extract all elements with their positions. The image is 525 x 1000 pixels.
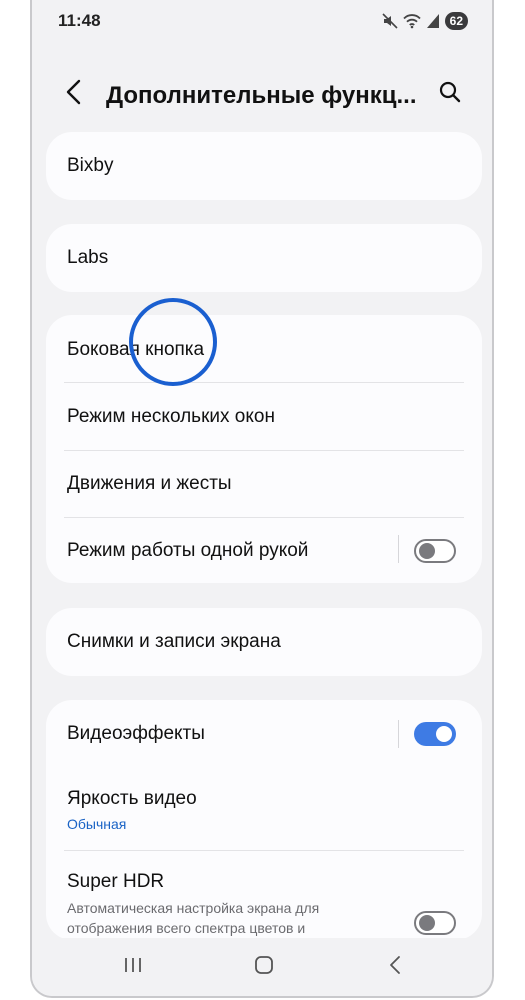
setting-multi-window[interactable]: Режим нескольких окон	[46, 383, 482, 450]
chevron-left-icon	[65, 79, 83, 110]
setting-bixby-label: Bixby	[67, 155, 114, 176]
nav-back-button[interactable]	[380, 952, 410, 982]
status-icons: 62	[382, 11, 468, 31]
setting-multi-window-label: Режим нескольких окон	[67, 406, 275, 427]
back-icon	[387, 954, 403, 981]
setting-labs-label: Labs	[67, 247, 109, 268]
battery-indicator: 62	[444, 12, 468, 30]
one-handed-mode-toggle[interactable]	[414, 539, 456, 563]
toggle-separator	[398, 535, 399, 563]
setting-side-button-label: Боковая кнопка	[67, 339, 205, 360]
super-hdr-toggle[interactable]	[414, 911, 456, 935]
labs-card: Labs	[46, 224, 482, 292]
phone-screen: 11:48 62 Дополнительные функц... Bixby L…	[30, 0, 494, 998]
setting-motions-gestures-label: Движения и жесты	[67, 473, 232, 494]
video-effects-toggle[interactable]	[414, 722, 456, 746]
toggle-knob	[419, 543, 435, 559]
status-bar: 11:48 62	[32, 0, 492, 40]
setting-super-hdr-label: Super HDR	[67, 871, 165, 892]
search-button[interactable]	[436, 80, 464, 108]
app-header: Дополнительные функц...	[32, 70, 492, 120]
setting-motions-gestures[interactable]: Движения и жесты	[46, 451, 482, 517]
home-button[interactable]	[249, 952, 279, 982]
bixby-card: Bixby	[46, 132, 482, 200]
mute-icon	[382, 13, 398, 29]
search-icon	[438, 80, 462, 109]
setting-labs[interactable]: Labs	[46, 224, 482, 292]
screenshots-card: Снимки и записи экрана	[46, 608, 482, 676]
setting-screenshots-recorder[interactable]: Снимки и записи экрана	[46, 608, 482, 676]
controls-card: Боковая кнопка Режим нескольких окон Дви…	[46, 315, 482, 583]
setting-screenshots-recorder-label: Снимки и записи экрана	[67, 631, 281, 652]
video-card: Видеоэффекты Яркость видео Обычная Super…	[46, 700, 482, 940]
setting-side-button[interactable]: Боковая кнопка	[46, 315, 482, 382]
setting-super-hdr-description: Автоматическая настройка экрана для отоб…	[67, 900, 320, 936]
toggle-knob	[419, 915, 435, 931]
home-icon	[253, 954, 275, 981]
page-title: Дополнительные функц...	[106, 82, 417, 109]
recents-icon	[122, 955, 144, 980]
setting-video-brightness-label: Яркость видео	[67, 788, 197, 809]
setting-bixby[interactable]: Bixby	[46, 132, 482, 200]
recents-button[interactable]	[118, 952, 148, 982]
setting-video-brightness-value: Обычная	[67, 816, 127, 832]
status-time: 11:48	[58, 11, 101, 30]
toggle-knob	[436, 726, 452, 742]
wifi-icon	[402, 13, 421, 29]
signal-icon	[426, 13, 440, 29]
setting-one-handed-mode-label: Режим работы одной рукой	[67, 540, 309, 561]
toggle-separator	[398, 720, 399, 748]
navigation-bar	[32, 938, 492, 996]
back-button[interactable]	[60, 79, 88, 110]
setting-video-effects-label: Видеоэффекты	[67, 723, 205, 744]
setting-video-brightness[interactable]: Яркость видео Обычная	[46, 768, 482, 850]
